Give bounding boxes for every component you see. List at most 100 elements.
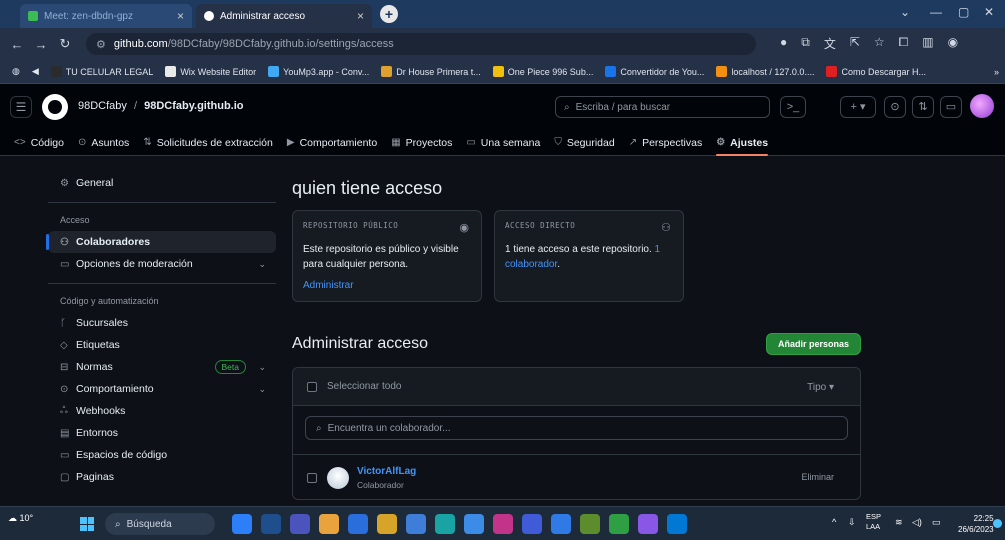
cast-icon[interactable]: ⧉ — [801, 35, 810, 52]
sidebar-item-colaboradores[interactable]: ⚇ Colaboradores — [46, 231, 276, 253]
taskbar-app-icon[interactable] — [522, 514, 542, 534]
minimize-icon[interactable]: — — [930, 5, 942, 19]
tab-proyectos[interactable]: ▦ Proyectos — [391, 129, 452, 156]
taskbar-search-input[interactable]: ⌕ Búsqueda — [105, 513, 215, 535]
taskbar-app-icon[interactable] — [232, 514, 252, 534]
sidepanel-icon[interactable]: ▥ — [922, 35, 933, 52]
tab-administrar-acceso[interactable]: Administrar acceso × — [196, 4, 372, 28]
select-all-checkbox[interactable] — [307, 381, 317, 392]
profile-icon[interactable]: ◉ — [948, 35, 958, 52]
star-icon[interactable]: ☆ — [874, 35, 885, 52]
taskbar-app-icon[interactable] — [493, 514, 513, 534]
sidebar-item-espacios[interactable]: ▭ Espacios de código — [48, 444, 276, 466]
search-input[interactable]: ⌕ Escriba / para buscar — [555, 96, 770, 118]
taskbar-app-icon[interactable] — [406, 514, 426, 534]
tab-una-semana[interactable]: ▭ Una semana — [466, 129, 540, 156]
tab-asuntos[interactable]: ⊙ Asuntos — [78, 129, 129, 156]
windows-start-icon[interactable] — [80, 517, 94, 531]
battery-icon[interactable]: ▭ — [932, 517, 941, 528]
chevron-left-icon[interactable]: ◀ — [32, 66, 39, 77]
issues-icon[interactable]: ⊙ — [884, 96, 906, 118]
bookmark-item[interactable]: localhost / 127.0.0.... — [716, 66, 814, 77]
pull-requests-icon[interactable]: ⇅ — [912, 96, 934, 118]
taskbar-app-icon[interactable] — [580, 514, 600, 534]
taskbar-app-icon[interactable] — [261, 514, 281, 534]
sidebar-item-general[interactable]: ⚙ General — [48, 172, 276, 194]
apps-icon[interactable]: ◍ — [12, 66, 20, 77]
forward-icon[interactable]: → — [34, 37, 48, 52]
bookmark-item[interactable]: YouMp3.app - Conv... — [268, 66, 369, 77]
type-filter-dropdown[interactable]: Tipo ▾ — [807, 382, 834, 393]
tab-ajustes[interactable]: ⚙ Ajustes — [716, 129, 768, 156]
taskbar-app-icon[interactable] — [638, 514, 658, 534]
sidebar-item-etiquetas[interactable]: ◇ Etiquetas — [48, 334, 276, 356]
reload-icon[interactable]: ↻ — [58, 36, 72, 52]
create-new-icon[interactable]: + ▾ — [840, 96, 876, 118]
bookmark-item[interactable]: Dr House Primera t... — [381, 66, 481, 77]
chevron-down-icon[interactable]: ⌄ — [900, 5, 910, 19]
weather-widget[interactable]: ☁ 10° — [8, 513, 33, 524]
close-window-icon[interactable]: ✕ — [984, 5, 994, 19]
taskbar-app-icon[interactable] — [377, 514, 397, 534]
inbox-icon[interactable]: ▭ — [940, 96, 962, 118]
row-checkbox[interactable] — [307, 472, 317, 483]
chevron-down-icon[interactable]: ⌄ — [258, 362, 266, 373]
collaborator-name-link[interactable]: VictorAlfLag — [357, 466, 416, 477]
github-logo-icon[interactable] — [42, 94, 68, 120]
menu-icon[interactable]: ☰ — [10, 96, 32, 118]
new-tab-button[interactable]: + — [380, 5, 398, 23]
tab-perspectivas[interactable]: ↗ Perspectivas — [629, 129, 703, 156]
tab-c-digo[interactable]: <> Código — [14, 129, 64, 156]
extensions-icon[interactable]: ⧠ — [899, 35, 909, 52]
administrar-link[interactable]: Administrar — [303, 278, 471, 293]
close-icon[interactable]: × — [357, 9, 364, 23]
clock[interactable]: 22:25 26/6/2023 — [958, 513, 994, 535]
language-indicator[interactable]: ESP LAA — [866, 512, 881, 532]
owner-link[interactable]: 98DCfaby — [78, 100, 127, 112]
taskbar-app-icon[interactable] — [319, 514, 339, 534]
usb-icon[interactable]: ⇩ — [848, 517, 856, 528]
tab-seguridad[interactable]: ⛉ Seguridad — [554, 129, 614, 156]
sidebar-item-webhooks[interactable]: ஃ Webhooks — [48, 400, 276, 422]
notification-icon[interactable] — [993, 519, 1002, 528]
sidebar-item-comportamiento[interactable]: ⊙ Comportamiento ⌄ — [48, 378, 276, 400]
wifi-icon[interactable]: ≋ — [895, 517, 903, 528]
sidebar-item-paginas[interactable]: ▢ Paginas — [48, 466, 276, 488]
sidebar-item-sucursales[interactable]: ᚴ Sucursales — [48, 312, 276, 334]
taskbar-app-icon[interactable] — [464, 514, 484, 534]
collaborator-search-input[interactable]: ⌕ Encuentra un colaborador... — [305, 416, 848, 440]
restore-icon[interactable]: ▢ — [958, 5, 969, 19]
sidebar-item-moderacion[interactable]: ▭ Opciones de moderación ⌄ — [48, 253, 276, 275]
volume-icon[interactable]: ◁) — [912, 517, 922, 528]
tab-solicitudes-de-extracci-n[interactable]: ⇅ Solicitudes de extracción — [143, 129, 273, 156]
add-people-button[interactable]: Añadir personas — [766, 333, 861, 355]
bookmark-item[interactable]: TU CELULAR LEGAL — [50, 66, 153, 77]
tab-comportamiento[interactable]: ▶ Comportamiento — [287, 129, 377, 156]
taskbar-app-icon[interactable] — [348, 514, 368, 534]
close-icon[interactable]: × — [177, 9, 184, 23]
taskbar-app-icon[interactable] — [609, 514, 629, 534]
bookmark-item[interactable]: Como Descargar H... — [826, 66, 926, 77]
avatar[interactable] — [970, 94, 994, 118]
sidebar-item-normas[interactable]: ⊟ Normas Beta ⌄ — [48, 356, 276, 378]
more-bookmarks-icon[interactable]: » — [994, 67, 999, 77]
back-icon[interactable]: ← — [10, 37, 24, 52]
chevron-down-icon[interactable]: ⌄ — [258, 259, 266, 270]
repo-link[interactable]: 98DCfaby.github.io — [144, 100, 243, 112]
share-icon[interactable]: ⇱ — [850, 35, 860, 52]
taskbar-app-icon[interactable] — [435, 514, 455, 534]
taskbar-app-icon[interactable] — [290, 514, 310, 534]
google-icon[interactable]: ● — [780, 35, 787, 52]
command-palette-icon[interactable]: >_ — [780, 96, 806, 118]
chevron-down-icon[interactable]: ⌄ — [258, 384, 266, 395]
bookmark-item[interactable]: Wix Website Editor — [165, 66, 256, 77]
site-info-icon[interactable]: ⚙ — [96, 38, 106, 51]
taskbar-app-icon[interactable] — [667, 514, 687, 534]
tab-meet[interactable]: Meet: zen-dbdn-gpz × — [20, 4, 192, 28]
taskbar-app-icon[interactable] — [551, 514, 571, 534]
bookmark-item[interactable]: Convertidor de You... — [605, 66, 704, 77]
url-input[interactable]: ⚙ github.com /98DCfaby/98DCfaby.github.i… — [86, 33, 756, 55]
chevron-up-icon[interactable]: ^ — [832, 517, 836, 527]
translate-icon[interactable]: 文 — [824, 35, 836, 52]
remove-button[interactable]: Eliminar — [801, 472, 834, 482]
